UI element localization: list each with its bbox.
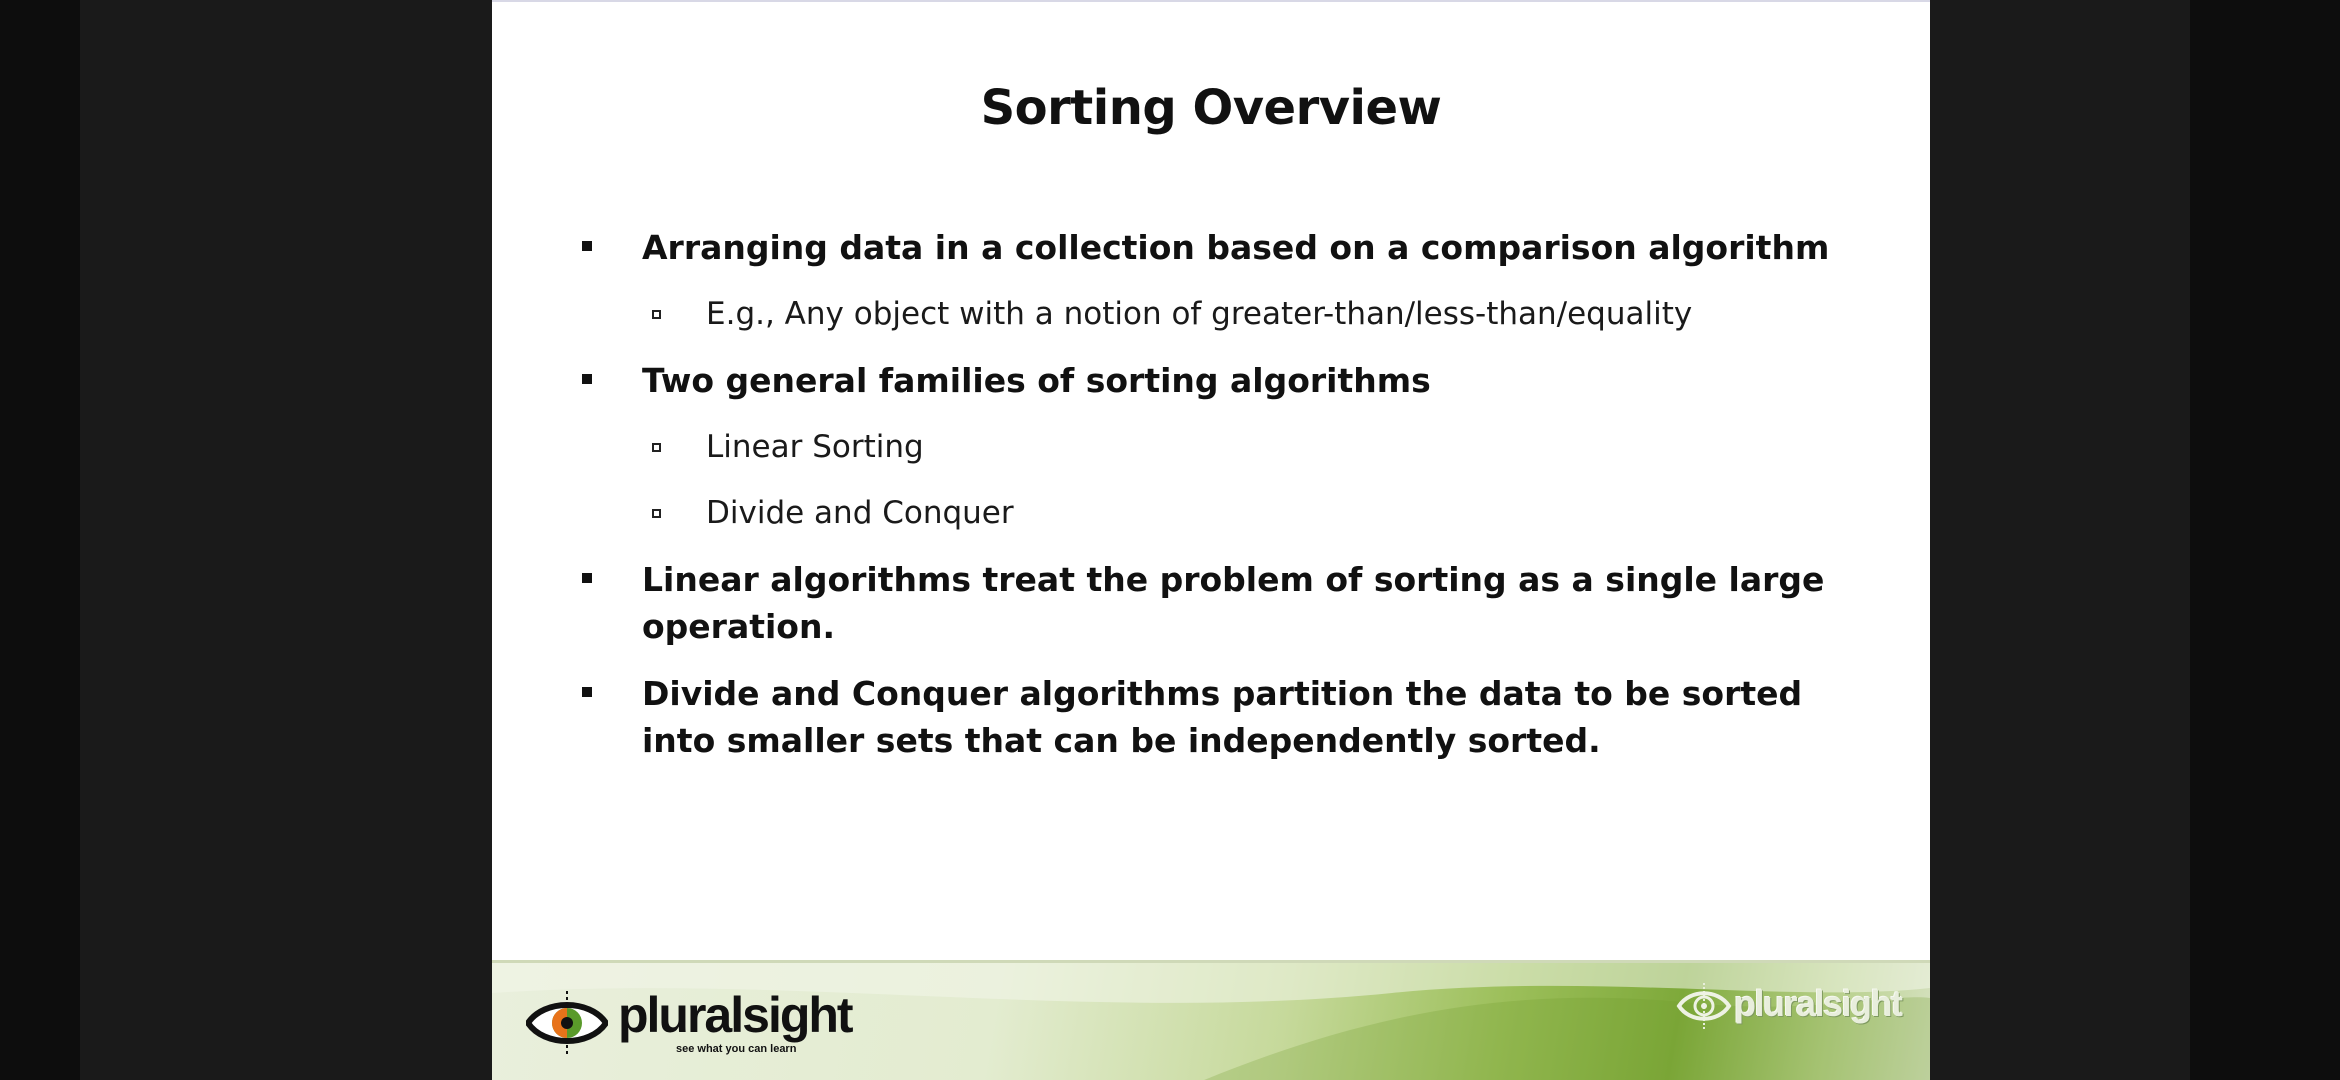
sub-bullet-item: Divide and Conquer xyxy=(582,490,1882,536)
presentation-slide: Sorting Overview Arranging data in a col… xyxy=(492,0,1930,1080)
eye-watermark-icon xyxy=(1676,983,1732,1029)
sub-bullet-text: E.g., Any object with a notion of greate… xyxy=(706,296,1693,332)
sub-bullet-item: Linear Sorting xyxy=(582,424,1882,470)
sub-bullet-item: E.g., Any object with a notion of greate… xyxy=(582,291,1882,337)
brand-tagline: see what you can learn xyxy=(676,1043,797,1055)
hollow-square-bullet-icon xyxy=(652,509,661,518)
bullet-text: Divide and Conquer algorithms partition … xyxy=(642,674,1803,760)
brand-name: pluralsight xyxy=(618,987,854,1043)
pluralsight-watermark: pluralsight xyxy=(1676,981,1906,1031)
square-bullet-icon xyxy=(582,573,592,583)
slide-footer: pluralsight see what you can learn plura… xyxy=(492,960,1930,1080)
sub-bullet-text: Divide and Conquer xyxy=(706,495,1014,531)
sub-bullet-text: Linear Sorting xyxy=(706,429,924,465)
slide-title: Sorting Overview xyxy=(980,80,1442,136)
watermark-brand-name: pluralsight xyxy=(1734,983,1903,1024)
video-player-screen: Sorting Overview Arranging data in a col… xyxy=(0,0,2340,1080)
hollow-square-bullet-icon xyxy=(652,310,661,319)
bullet-list: Arranging data in a collection based on … xyxy=(582,224,1882,784)
bullet-text: Arranging data in a collection based on … xyxy=(642,228,1830,267)
square-bullet-icon xyxy=(582,687,592,697)
letterbox-left xyxy=(0,0,80,1080)
bullet-text: Linear algorithms treat the problem of s… xyxy=(642,560,1825,646)
square-bullet-icon xyxy=(582,374,592,384)
square-bullet-icon xyxy=(582,241,592,251)
bullet-item: Linear algorithms treat the problem of s… xyxy=(582,556,1882,650)
hollow-square-bullet-icon xyxy=(652,443,661,452)
bullet-item: Divide and Conquer algorithms partition … xyxy=(582,670,1882,764)
bullet-item: Arranging data in a collection based on … xyxy=(582,224,1882,271)
eye-logo-icon xyxy=(526,991,608,1055)
bullet-text: Two general families of sorting algorith… xyxy=(642,361,1431,400)
letterbox-right xyxy=(2190,0,2340,1080)
bullet-item: Two general families of sorting algorith… xyxy=(582,357,1882,404)
